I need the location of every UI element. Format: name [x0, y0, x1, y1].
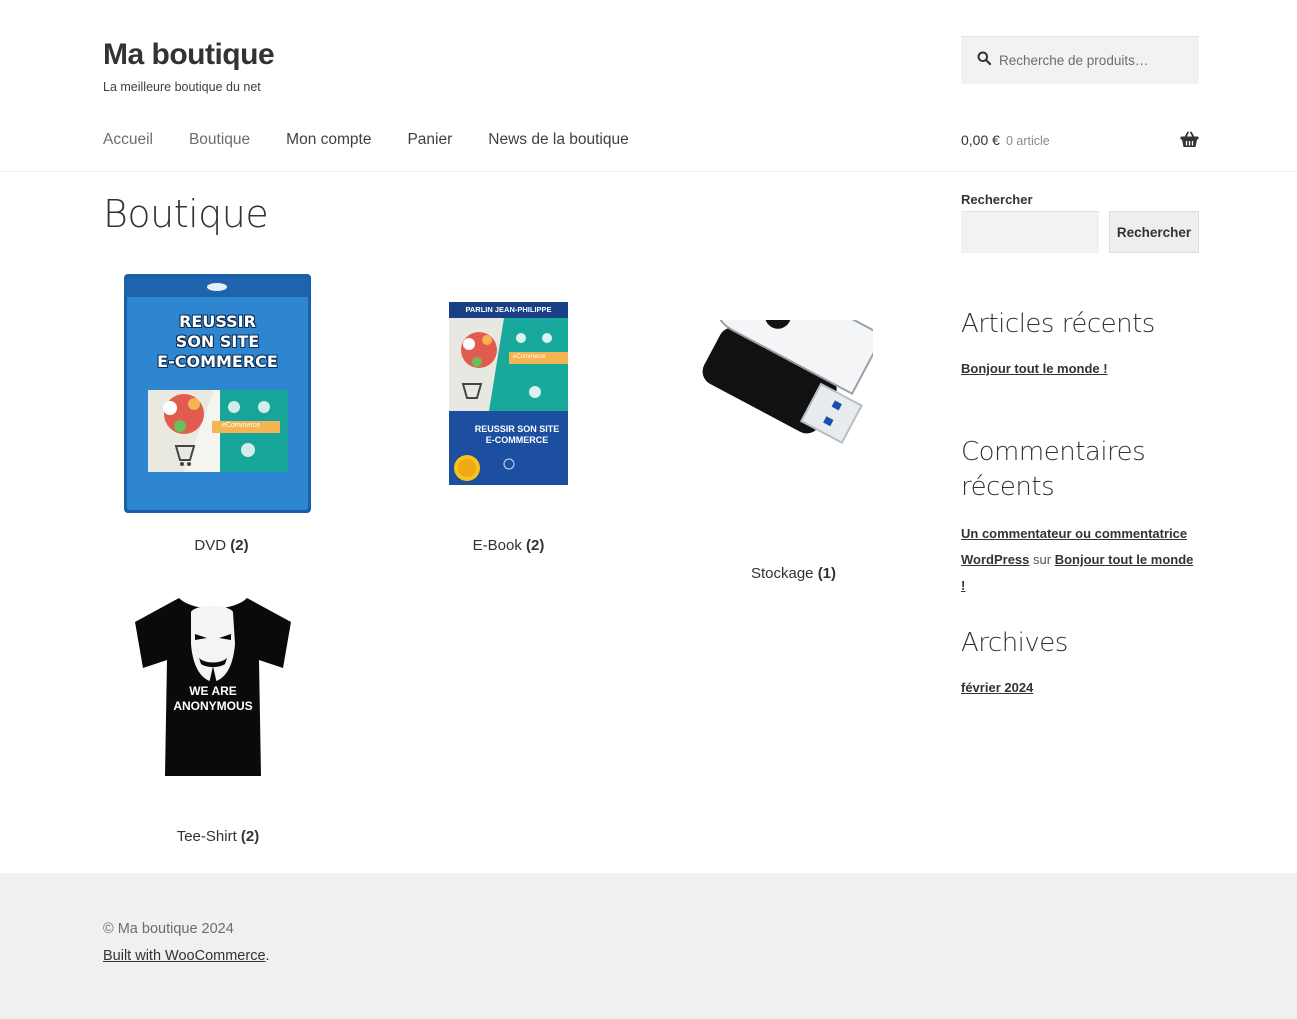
- archive-link[interactable]: février 2024: [961, 680, 1033, 695]
- sidebar-search-label: Rechercher: [961, 192, 1033, 207]
- product-search-placeholder: Recherche de produits…: [999, 53, 1149, 68]
- basket-icon[interactable]: [1180, 131, 1199, 153]
- site-title[interactable]: Ma boutique: [103, 38, 275, 72]
- category-label[interactable]: Stockage (1): [675, 565, 912, 582]
- footer-credit-suffix: .: [265, 948, 270, 964]
- tshirt-print-text: WE ARE ANONYMOUS: [173, 684, 253, 713]
- dvd-cover-badge: eCommerce: [222, 422, 261, 429]
- ebook-cover-author: PARLIN JEAN-PHILIPPE: [465, 305, 552, 314]
- category-name: DVD: [194, 537, 227, 554]
- category-item-dvd[interactable]: REUSSIR SON SITE E-COMMERCE eCommerce DV…: [103, 272, 340, 562]
- product-search-field[interactable]: Recherche de produits…: [961, 36, 1199, 84]
- recent-comment-entry: Un commentateur ou commentatrice WordPre…: [961, 521, 1199, 599]
- header-divider: [0, 171, 1297, 172]
- recent-post-link[interactable]: Bonjour tout le monde !: [961, 361, 1108, 376]
- site-tagline: La meilleure boutique du net: [103, 80, 261, 94]
- search-icon: [977, 51, 992, 70]
- category-item-stockage[interactable]: Stockage (1): [675, 266, 912, 590]
- page-title: Boutique: [103, 192, 269, 236]
- recent-comments-title: Commentaires récents: [961, 437, 1146, 502]
- category-label[interactable]: Tee-Shirt (2): [103, 828, 333, 845]
- category-name: Stockage: [750, 565, 814, 582]
- category-item-ebook[interactable]: PARLIN JEAN-PHILIPPE REUSSIR SON SITE E-…: [390, 272, 627, 562]
- nav-item-boutique[interactable]: Boutique: [189, 131, 250, 149]
- category-label[interactable]: E-Book (2): [390, 537, 627, 554]
- recent-posts-title: Articles récents: [961, 309, 1155, 339]
- dvd-cover-title: REUSSIR SON SITE E-COMMERCE: [157, 312, 278, 371]
- footer-credit: Built with WooCommerce.: [103, 948, 270, 964]
- cart-count: 0 article: [1005, 134, 1050, 148]
- archives-title: Archives: [961, 628, 1068, 658]
- cart-amount: 0,00 €: [961, 132, 1000, 148]
- ebook-cover-title: REUSSIR SON SITE E-COMMERCE: [474, 424, 560, 445]
- nav-item-news[interactable]: News de la boutique: [488, 131, 628, 149]
- usb-drive-image[interactable]: [699, 266, 885, 490]
- dvd-cover-image[interactable]: REUSSIR SON SITE E-COMMERCE eCommerce: [124, 274, 311, 513]
- category-count: (2): [240, 828, 260, 845]
- ebook-cover-badge: eCommerce: [513, 354, 546, 360]
- site-footer: © Ma boutique 2024 Built with WooCommerc…: [0, 873, 1297, 1019]
- comment-connector: sur: [1033, 552, 1052, 567]
- category-name: Tee-Shirt: [176, 828, 237, 845]
- footer-copyright: © Ma boutique 2024: [103, 921, 234, 937]
- category-count: (1): [817, 565, 837, 582]
- sidebar-search-button[interactable]: Rechercher: [1109, 211, 1199, 253]
- tshirt-image[interactable]: WE ARE ANONYMOUS: [133, 592, 293, 778]
- category-name: E-Book: [472, 537, 522, 554]
- nav-item-panier[interactable]: Panier: [407, 131, 452, 149]
- ebook-cover-image[interactable]: PARLIN JEAN-PHILIPPE REUSSIR SON SITE E-…: [449, 302, 568, 485]
- nav-item-mon-compte[interactable]: Mon compte: [286, 131, 371, 149]
- nav-item-accueil[interactable]: Accueil: [103, 131, 153, 149]
- header-cart[interactable]: 0,00 € 0 article: [961, 131, 1199, 153]
- woocommerce-link[interactable]: Built with WooCommerce: [103, 948, 266, 964]
- category-label[interactable]: DVD (2): [103, 537, 340, 554]
- sidebar-search-input[interactable]: [961, 211, 1099, 253]
- primary-navigation: Accueil Boutique Mon compte Panier News …: [103, 131, 665, 149]
- category-item-tee-shirt[interactable]: WE ARE ANONYMOUS Tee-Shirt (2): [103, 588, 333, 848]
- category-count: (2): [230, 537, 249, 554]
- category-count: (2): [526, 537, 545, 554]
